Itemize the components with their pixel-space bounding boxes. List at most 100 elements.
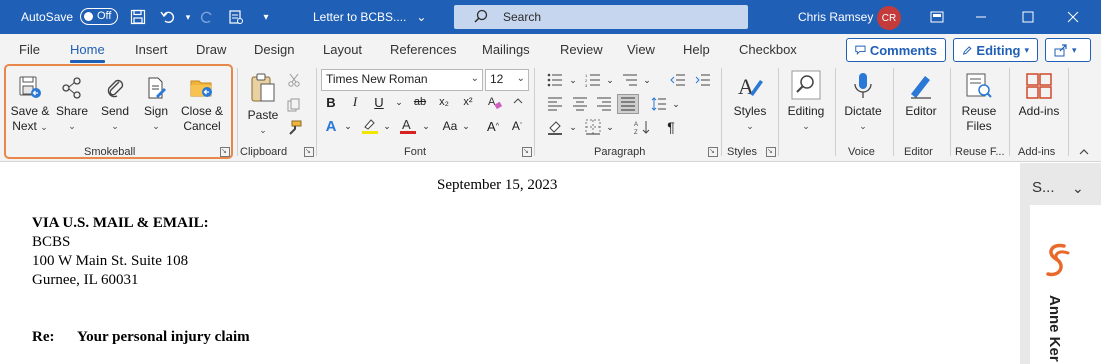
dialog-launcher-icon[interactable]: ↘	[304, 147, 314, 157]
document-canvas[interactable]: September 15, 2023 VIA U.S. MAIL & EMAIL…	[0, 163, 1020, 364]
chevron-down-icon: ⌄	[802, 121, 810, 131]
chevron-down-icon: ⌄	[40, 122, 48, 132]
align-left-icon[interactable]	[545, 95, 565, 113]
justify-icon[interactable]	[617, 94, 639, 114]
chevron-down-icon[interactable]: ⌄	[637, 71, 657, 89]
tab-mailings[interactable]: Mailings	[482, 42, 530, 57]
send-button[interactable]: Send ⌄	[95, 72, 135, 134]
save-and-next-button[interactable]: Save & Next ⌄	[8, 72, 52, 135]
sign-button[interactable]: Sign ⌄	[136, 72, 176, 134]
strikethrough-icon[interactable]: ab	[410, 92, 430, 112]
tab-checkbox[interactable]: Checkbox	[739, 42, 797, 57]
styles-button[interactable]: A Styles ⌄	[728, 72, 772, 134]
increase-indent-icon[interactable]	[693, 71, 713, 89]
decrease-indent-icon[interactable]	[668, 71, 688, 89]
chevron-down-icon[interactable]	[508, 92, 528, 112]
tab-design[interactable]: Design	[254, 42, 294, 57]
format-painter-icon[interactable]	[284, 118, 304, 138]
collapse-ribbon-icon[interactable]	[1074, 142, 1094, 162]
save-icon[interactable]	[128, 7, 148, 27]
tab-home[interactable]: Home	[70, 42, 105, 63]
reuse-files-button[interactable]: Reuse Files	[955, 72, 1003, 134]
undo-icon[interactable]	[158, 7, 178, 27]
font-size-combo[interactable]: 12 ⌄	[485, 69, 529, 91]
editor-button[interactable]: Editor	[898, 72, 944, 119]
toggle-knob	[84, 12, 93, 21]
side-pane-title: S...	[1032, 179, 1055, 196]
paste-button[interactable]: Paste ⌄	[243, 72, 283, 138]
ribbon-display-options-icon[interactable]	[922, 4, 952, 30]
cut-icon[interactable]	[284, 70, 304, 90]
bullets-icon[interactable]	[545, 71, 565, 89]
chevron-down-icon[interactable]: ⌄	[416, 116, 436, 136]
chevron-down-icon[interactable]: ⌄	[338, 116, 358, 136]
avatar[interactable]: CR	[877, 6, 901, 30]
dialog-launcher-icon[interactable]: ↘	[766, 147, 776, 157]
editing-mode-button[interactable]: Editing ▾	[953, 38, 1038, 62]
font-name-combo[interactable]: Times New Roman ⌄	[321, 69, 483, 91]
dictate-button[interactable]: Dictate ⌄	[840, 72, 886, 134]
underline-icon[interactable]: U	[369, 92, 389, 112]
chevron-down-icon[interactable]: ⌄	[600, 118, 620, 136]
shading-icon[interactable]	[545, 118, 565, 136]
print-preview-icon[interactable]	[226, 7, 246, 27]
italic-icon[interactable]: I	[345, 92, 365, 112]
close-and-cancel-button[interactable]: Close & Cancel	[178, 72, 226, 134]
chevron-down-icon[interactable]: ⌄	[563, 71, 583, 89]
bold-icon[interactable]: B	[321, 92, 341, 112]
grow-font-icon[interactable]: A ^	[483, 116, 503, 136]
chevron-down-icon: ⌄	[68, 121, 76, 131]
user-name[interactable]: Chris Ramsey	[798, 10, 873, 24]
autosave-toggle[interactable]: Off	[80, 8, 118, 25]
maximize-icon[interactable]	[1013, 4, 1043, 30]
tab-draw[interactable]: Draw	[196, 42, 226, 57]
share-icon	[1054, 43, 1067, 56]
minimize-icon[interactable]	[966, 4, 996, 30]
copy-icon[interactable]	[284, 95, 304, 115]
align-right-icon[interactable]	[594, 95, 614, 113]
align-center-icon[interactable]	[570, 95, 590, 113]
letter-recipient: BCBS	[32, 234, 71, 250]
dialog-launcher-icon[interactable]: ↘	[708, 147, 718, 157]
chevron-down-icon: ▾	[1072, 44, 1077, 55]
tab-insert[interactable]: Insert	[135, 42, 168, 57]
customize-toolbar-icon[interactable]: ▾	[256, 7, 276, 27]
comments-button[interactable]: Comments	[846, 38, 946, 62]
chevron-down-icon[interactable]: ⌄	[600, 71, 620, 89]
subscript-icon[interactable]: x₂	[434, 92, 454, 112]
redo-icon[interactable]	[197, 7, 217, 27]
chevron-down-icon[interactable]: ⌄	[389, 92, 409, 112]
undo-dropdown-icon[interactable]: ▾	[178, 7, 198, 27]
chevron-down-icon[interactable]: ⌄	[377, 116, 397, 136]
tab-view[interactable]: View	[627, 42, 655, 57]
dialog-launcher-icon[interactable]: ↘	[220, 147, 230, 157]
tab-review[interactable]: Review	[560, 42, 603, 57]
tab-file[interactable]: File	[19, 42, 40, 57]
sort-icon[interactable]: AZ	[632, 118, 652, 136]
document-title[interactable]: Letter to BCBS.... ⌄	[313, 10, 426, 24]
share-smokeball-button[interactable]: Share ⌄	[52, 72, 92, 134]
group-separator	[778, 68, 779, 156]
shrink-font-icon[interactable]: Aˇ	[507, 116, 527, 136]
search-box[interactable]: Search	[454, 5, 748, 29]
superscript-icon[interactable]: x²	[458, 92, 478, 112]
search-label: Search	[503, 10, 542, 24]
tab-references[interactable]: References	[390, 42, 456, 57]
close-icon[interactable]	[1058, 4, 1088, 30]
add-ins-button[interactable]: Add-ins	[1014, 72, 1064, 119]
svg-text:A: A	[634, 122, 638, 128]
show-paragraph-marks-icon[interactable]: ¶	[661, 118, 681, 136]
editing-button[interactable]: Editing ⌄	[783, 68, 829, 134]
font-color-icon[interactable]: A	[398, 116, 418, 136]
tab-help[interactable]: Help	[683, 42, 710, 57]
chevron-down-icon: ⌄	[152, 121, 160, 131]
chevron-down-icon[interactable]: ⌄	[563, 118, 583, 136]
chevron-down-icon[interactable]: ⌄	[1072, 180, 1084, 197]
chevron-down-icon[interactable]: ⌄	[456, 116, 476, 136]
chevron-down-icon[interactable]: ⌄	[666, 95, 686, 113]
share-button[interactable]: ▾	[1045, 38, 1091, 62]
dialog-launcher-icon[interactable]: ↘	[522, 147, 532, 157]
clear-formatting-icon[interactable]: A	[485, 92, 505, 112]
group-separator	[835, 68, 836, 156]
tab-layout[interactable]: Layout	[323, 42, 362, 57]
